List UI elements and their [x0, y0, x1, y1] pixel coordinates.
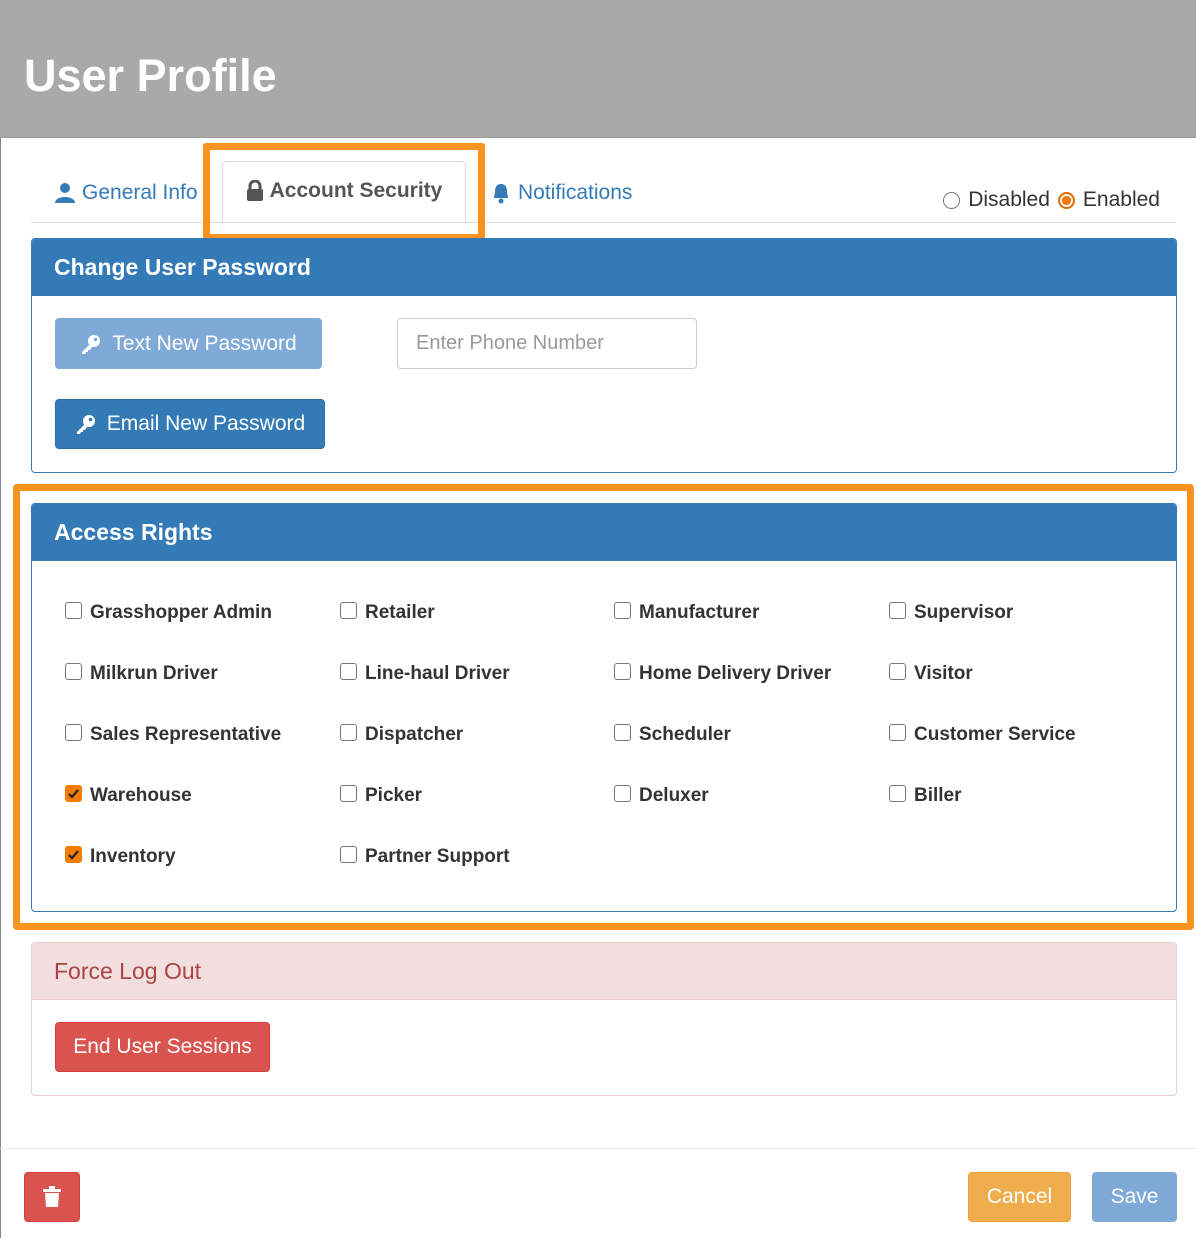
text-new-password-button[interactable]: Text New Password — [55, 318, 322, 369]
access-right-checkbox[interactable]: Dispatcher — [340, 721, 463, 749]
access-right-checkbox[interactable]: Manufacturer — [614, 599, 759, 627]
checkbox-unchecked[interactable] — [65, 662, 82, 680]
page-title: User Profile — [24, 50, 277, 101]
checkbox-unchecked[interactable] — [614, 662, 631, 680]
access-right-checkbox[interactable]: Scheduler — [614, 721, 731, 749]
lock-icon — [246, 180, 264, 202]
checkbox-unchecked[interactable] — [889, 662, 906, 680]
phone-number-input[interactable] — [397, 318, 697, 369]
access-right-checkbox[interactable]: Home Delivery Driver — [614, 660, 831, 688]
access-right-checkbox[interactable]: Inventory — [65, 843, 176, 871]
checkbox-unchecked[interactable] — [340, 601, 357, 619]
left-border — [0, 0, 1, 1238]
access-right-checkbox[interactable]: Customer Service — [889, 721, 1076, 749]
save-button[interactable]: Save — [1092, 1172, 1177, 1222]
check-icon — [68, 788, 79, 799]
access-right-checkbox[interactable]: Biller — [889, 782, 962, 810]
checkbox-unchecked[interactable] — [65, 723, 82, 741]
access-right-checkbox[interactable]: Sales Representative — [65, 721, 281, 749]
checkbox-unchecked[interactable] — [340, 784, 357, 802]
tab-label: Notifications — [518, 181, 633, 204]
end-user-sessions-button[interactable]: End User Sessions — [55, 1022, 270, 1072]
trash-icon — [43, 1186, 61, 1208]
modal-header: User Profile — [0, 0, 1196, 138]
tab-label: General Info — [82, 181, 198, 204]
checkbox-label: Retailer — [365, 602, 435, 623]
checkbox-checked[interactable] — [65, 845, 82, 863]
status-radio-group: Disabled Enabled — [943, 188, 1160, 212]
access-right-checkbox[interactable]: Visitor — [889, 660, 973, 688]
tab-general-info[interactable]: General Info — [54, 178, 198, 208]
tab-account-security[interactable]: Account Security — [222, 161, 466, 223]
checkbox-label: Partner Support — [365, 846, 510, 867]
checkbox-label: Warehouse — [90, 785, 192, 806]
access-right-checkbox[interactable]: Milkrun Driver — [65, 660, 218, 688]
checkbox-unchecked[interactable] — [889, 601, 906, 619]
checkbox-label: Scheduler — [639, 724, 731, 745]
access-right-checkbox[interactable]: Grasshopper Admin — [65, 599, 272, 627]
check-icon — [68, 849, 79, 860]
access-right-checkbox[interactable]: Partner Support — [340, 843, 510, 871]
access-rights-panel: Access Rights — [31, 503, 1177, 912]
checkbox-unchecked[interactable] — [889, 723, 906, 741]
checkbox-unchecked[interactable] — [340, 662, 357, 680]
checkbox-checked[interactable] — [65, 784, 82, 802]
checkbox-label: Home Delivery Driver — [639, 663, 832, 684]
key-icon — [75, 413, 97, 435]
checkbox-label: Grasshopper Admin — [90, 602, 272, 623]
checkbox-label: Dispatcher — [365, 724, 464, 745]
tab-notifications[interactable]: Notifications — [490, 178, 632, 208]
checkbox-unchecked[interactable] — [65, 601, 82, 619]
access-right-checkbox[interactable]: Line-haul Driver — [340, 660, 510, 688]
delete-user-button[interactable] — [24, 1172, 80, 1222]
radio-disabled-label: Disabled — [968, 188, 1050, 211]
checkbox-unchecked[interactable] — [340, 845, 357, 863]
footer-divider — [0, 1148, 1196, 1149]
tabs-divider — [31, 222, 1176, 223]
tab-label: Account Security — [269, 179, 443, 202]
access-right-checkbox[interactable]: Picker — [340, 782, 422, 810]
checkbox-label: Line-haul Driver — [365, 663, 510, 684]
access-right-checkbox[interactable]: Supervisor — [889, 599, 1013, 627]
checkbox-unchecked[interactable] — [340, 723, 357, 741]
radio-disabled[interactable] — [943, 191, 961, 209]
checkbox-label: Supervisor — [914, 602, 1014, 623]
checkbox-unchecked[interactable] — [614, 723, 631, 741]
button-label: Text New Password — [112, 331, 297, 355]
checkbox-label: Milkrun Driver — [90, 663, 218, 684]
bell-icon — [490, 182, 512, 204]
radio-enabled[interactable] — [1057, 191, 1075, 209]
checkbox-unchecked[interactable] — [614, 601, 631, 619]
panel-title: Access Rights — [32, 504, 1176, 561]
checkbox-label: Sales Representative — [90, 724, 282, 745]
checkbox-label: Deluxer — [639, 785, 709, 806]
panel-title: Force Log Out — [32, 943, 1176, 1000]
panel-title: Change User Password — [32, 239, 1176, 296]
checkbox-label: Inventory — [90, 846, 176, 867]
checkbox-unchecked[interactable] — [889, 784, 906, 802]
access-right-checkbox[interactable]: Warehouse — [65, 782, 192, 810]
access-right-checkbox[interactable]: Retailer — [340, 599, 435, 627]
checkbox-label: Manufacturer — [639, 602, 760, 623]
force-logout-panel: Force Log Out — [31, 942, 1177, 1096]
button-label: Email New Password — [106, 412, 306, 435]
checkbox-label: Customer Service — [914, 724, 1076, 745]
checkbox-label: Biller — [914, 785, 962, 806]
email-new-password-button[interactable]: Email New Password — [55, 399, 325, 449]
cancel-button[interactable]: Cancel — [968, 1172, 1071, 1222]
checkbox-label: Visitor — [914, 663, 973, 684]
key-icon — [80, 333, 102, 355]
radio-enabled-label: Enabled — [1082, 188, 1160, 211]
user-icon — [54, 182, 76, 204]
checkbox-unchecked[interactable] — [614, 784, 631, 802]
access-right-checkbox[interactable]: Deluxer — [614, 782, 709, 810]
checkbox-label: Picker — [365, 785, 423, 806]
